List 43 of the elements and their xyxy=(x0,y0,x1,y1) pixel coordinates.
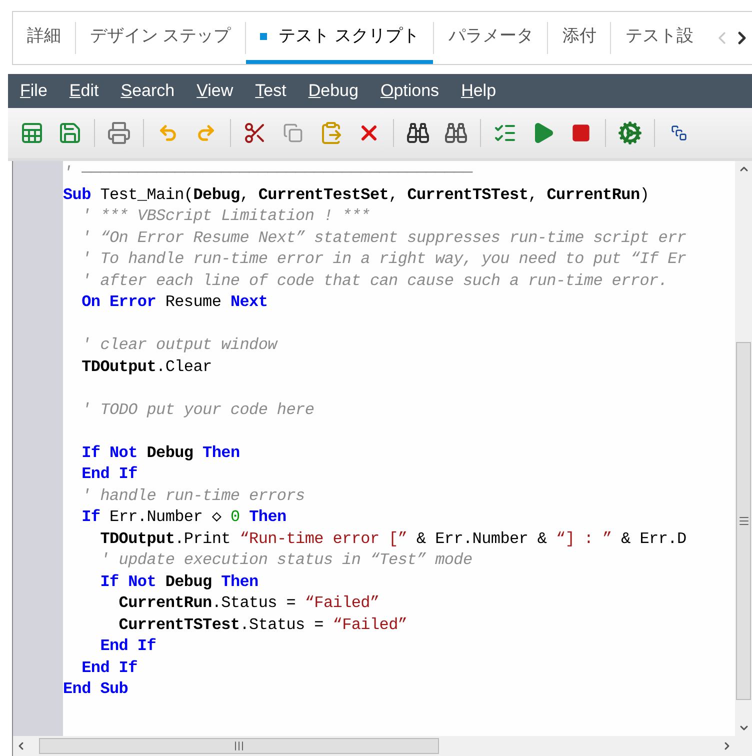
code-line: If Err.Number ◇ 0 Then xyxy=(80,507,286,528)
code-line: Sub Test_Main(Debug, CurrentTestSet, CurrentTSTest, CurrentRun) xyxy=(63,184,650,206)
square-icon xyxy=(260,32,267,40)
vertical-scrollbar[interactable] xyxy=(735,161,752,736)
code-line: CurrentRun.Status = “Failed” xyxy=(118,593,380,614)
tab[interactable]: テスト設 xyxy=(611,12,708,64)
scroll-thumb[interactable] xyxy=(39,738,439,754)
code-line: CurrentTSTest.Status = “Failed” xyxy=(118,614,408,636)
menu-item[interactable]: File xyxy=(20,78,48,104)
scroll-thumb[interactable] xyxy=(736,342,751,700)
tab[interactable]: 詳細 xyxy=(13,12,75,64)
horizontal-scrollbar[interactable] xyxy=(13,736,752,756)
tab[interactable]: テスト スクリプト xyxy=(246,12,434,64)
menu-item[interactable]: View xyxy=(196,78,234,104)
code-line: TDOutput.Clear xyxy=(80,356,212,378)
code-line: ' *** VBScript Limitation ! *** xyxy=(80,206,370,227)
code-line: End If xyxy=(80,658,138,678)
grip-icon xyxy=(233,740,245,752)
tab[interactable]: デザイン ステップ xyxy=(76,12,245,64)
code-line: If Not Debug Then xyxy=(99,572,258,592)
code-line: End Sub xyxy=(63,679,128,700)
code-line: ' handle run-time errors xyxy=(80,486,305,506)
code-line: ' clear output window xyxy=(80,335,277,356)
code-line: End If xyxy=(80,464,138,485)
tab[interactable]: パラメータ xyxy=(434,12,548,64)
grip-icon xyxy=(738,515,750,527)
menu-item[interactable]: Test xyxy=(255,78,286,104)
menu-item[interactable]: Help xyxy=(461,78,496,104)
code-line: ' after each line of code that can cause such a run-time error. xyxy=(80,270,668,292)
menu-item[interactable]: Search xyxy=(120,78,175,104)
code-line: If Not Debug Then xyxy=(80,442,240,464)
menu-item[interactable]: Debug xyxy=(308,78,358,104)
code-line: ' TODO put your code here xyxy=(80,400,314,420)
code-line: ' To handle run-time error in a right way, you need to put “If Er xyxy=(80,249,686,270)
code-line: TDOutput.Print “Run-time error [” & Err.Number & “] : ” & Err.D xyxy=(99,528,686,550)
code-line: End If xyxy=(99,636,156,657)
code-line: On Error Resume Next xyxy=(80,292,268,313)
code-line: ' “On Error Resume Next” statement suppresses run-time script err xyxy=(80,228,686,248)
code-line: ' update execution status in “Test” mode xyxy=(99,550,472,571)
menu-item[interactable]: Options xyxy=(380,78,440,104)
code-line: ' ────────────────────────────────────────── xyxy=(63,163,472,184)
tab[interactable]: 添付 xyxy=(548,12,610,64)
menu-item[interactable]: Edit xyxy=(69,78,99,104)
